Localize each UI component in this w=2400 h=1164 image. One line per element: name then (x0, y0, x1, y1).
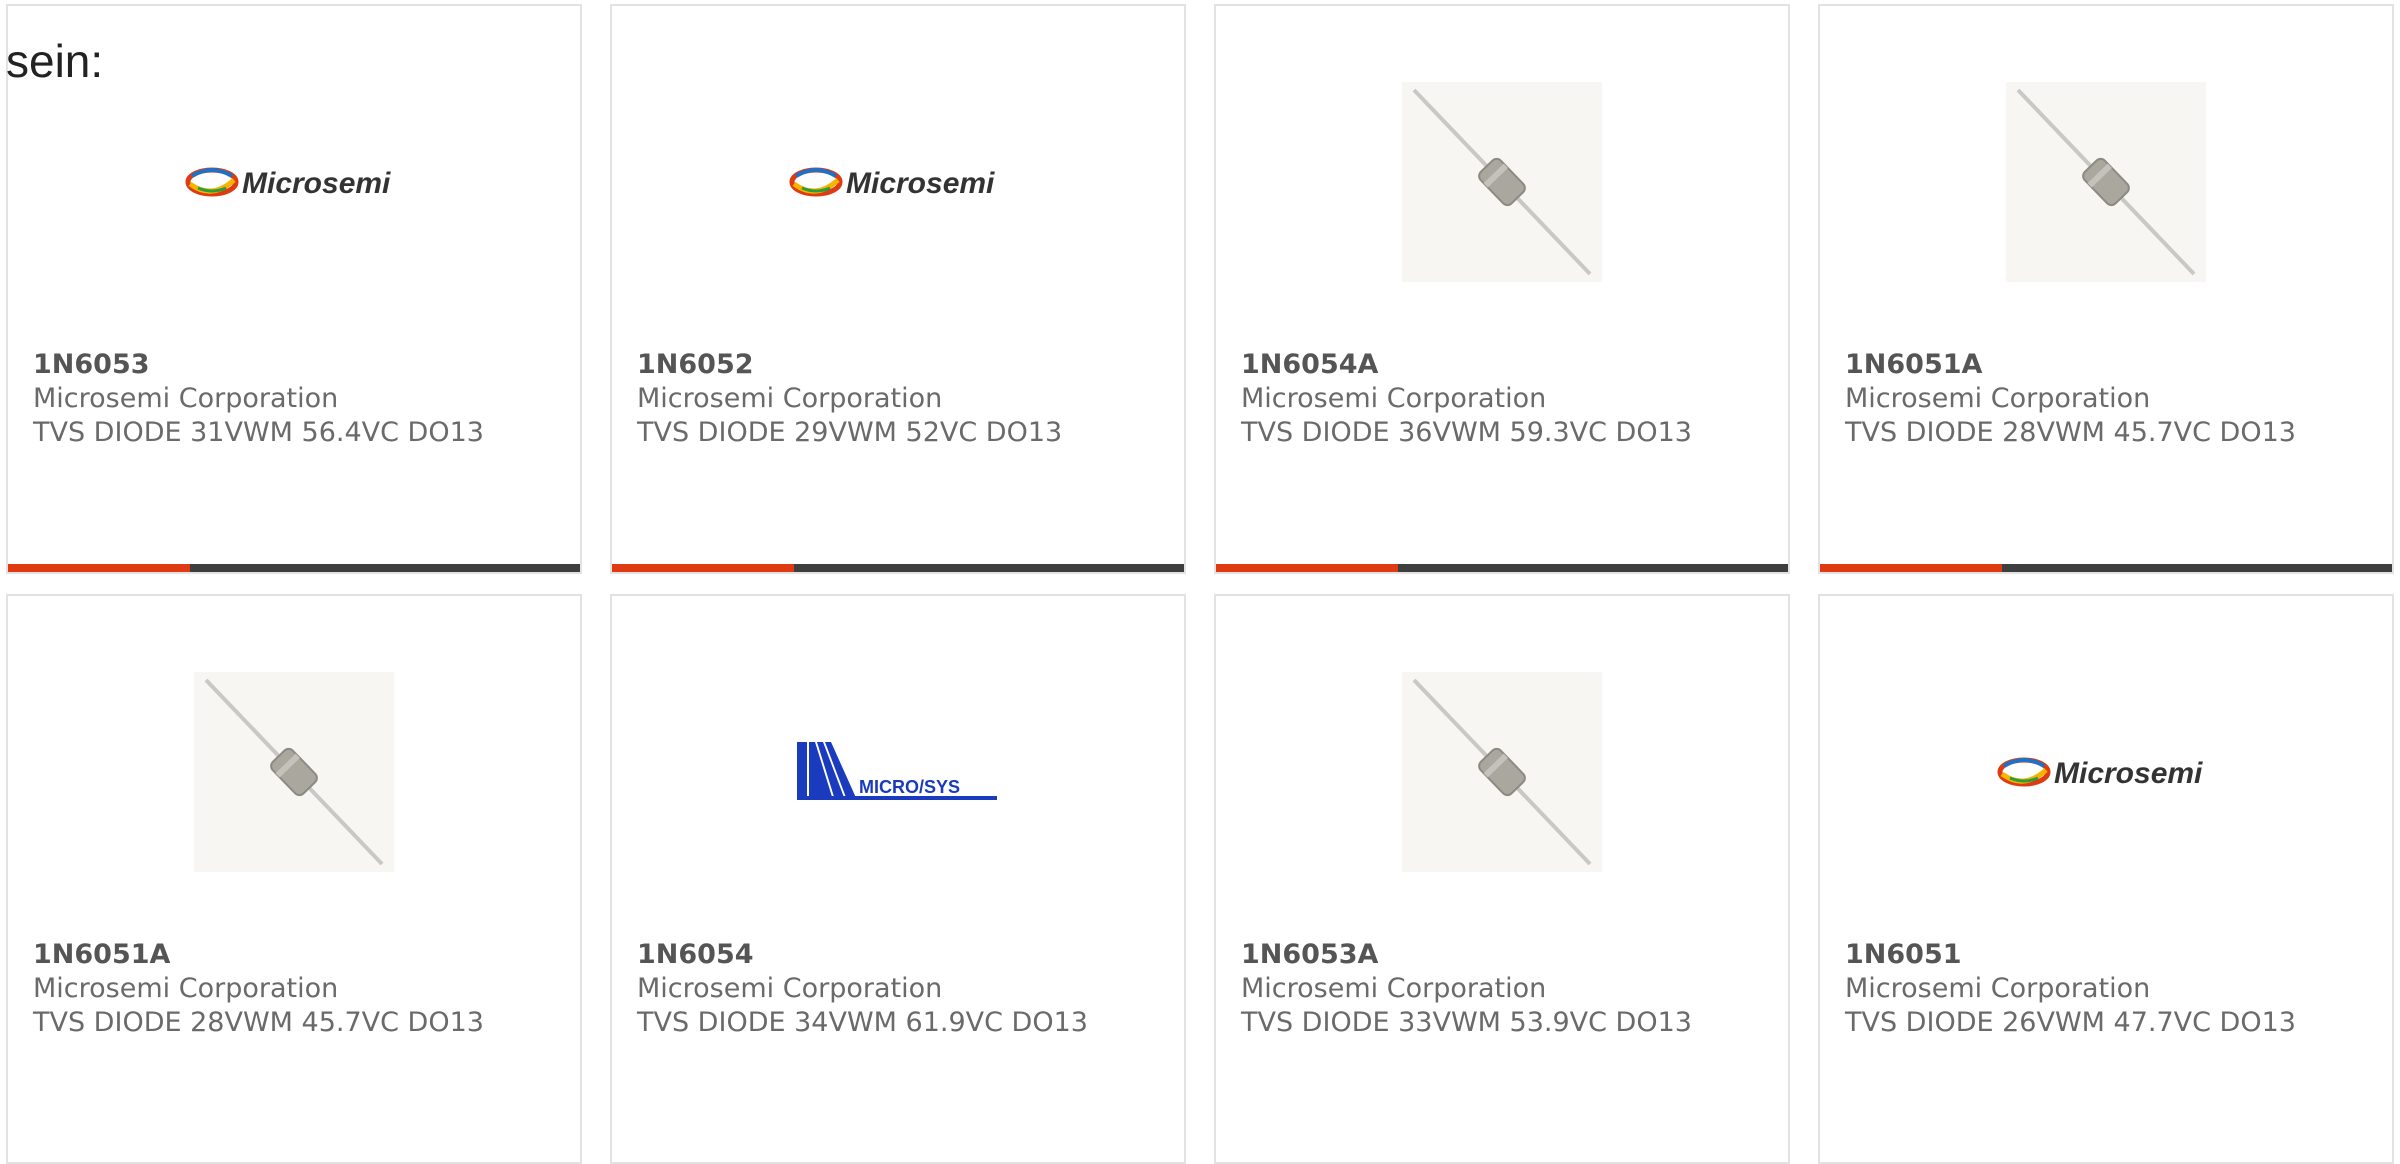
product-image: Microsemi (1820, 648, 2392, 896)
manufacturer: Microsemi Corporation (1845, 383, 2151, 414)
card-text: 1N6053 Microsemi Corporation TVS DIODE 3… (33, 348, 484, 450)
product-image: Microsemi (8, 58, 580, 306)
card-bar (612, 564, 1184, 572)
part-number[interactable]: 1N6051A (1845, 348, 2296, 382)
description: TVS DIODE 28VWM 45.7VC DO13 (1845, 417, 2296, 448)
microsemi-logo-icon: Microsemi (185, 167, 391, 200)
part-number[interactable]: 1N6053A (1241, 938, 1692, 972)
card-bar (1820, 564, 2392, 572)
part-number[interactable]: 1N6054A (1241, 348, 1692, 382)
manufacturer: Microsemi Corporation (637, 383, 943, 414)
part-number[interactable]: 1N6052 (637, 348, 1062, 382)
part-number[interactable]: 1N6053 (33, 348, 484, 382)
card-text: 1N6053A Microsemi Corporation TVS DIODE … (1241, 938, 1692, 1040)
card-text: 1N6052 Microsemi Corporation TVS DIODE 2… (637, 348, 1062, 450)
product-card[interactable]: 1N6051A Microsemi Corporation TVS DIODE … (1818, 4, 2394, 574)
product-card[interactable]: 1N6051A Microsemi Corporation TVS DIODE … (6, 594, 582, 1164)
diode-photo-icon (194, 672, 394, 872)
product-card[interactable]: 1N6053A Microsemi Corporation TVS DIODE … (1214, 594, 1790, 1164)
product-image (1820, 58, 2392, 306)
product-image (8, 648, 580, 896)
card-bar (8, 564, 580, 572)
logo-text: Microsemi (846, 167, 995, 200)
manufacturer: Microsemi Corporation (1241, 383, 1547, 414)
microsys-logo-icon: MICRO/SYS (797, 742, 997, 800)
card-bar-accent (612, 564, 794, 572)
manufacturer: Microsemi Corporation (1845, 973, 2151, 1004)
logo-text: Microsemi (242, 167, 391, 200)
part-number[interactable]: 1N6051A (33, 938, 484, 972)
part-number[interactable]: 1N6051 (1845, 938, 2296, 972)
product-image: MICRO/SYS (612, 648, 1184, 896)
description: TVS DIODE 28VWM 45.7VC DO13 (33, 1007, 484, 1038)
card-text: 1N6051 Microsemi Corporation TVS DIODE 2… (1845, 938, 2296, 1040)
manufacturer: Microsemi Corporation (33, 973, 339, 1004)
product-card[interactable]: MICRO/SYS 1N6054 Microsemi Corporation T… (610, 594, 1186, 1164)
card-text: 1N6054A Microsemi Corporation TVS DIODE … (1241, 348, 1692, 450)
diode-photo-icon (1402, 82, 1602, 282)
logo-text: Microsemi (2054, 757, 2203, 790)
description: TVS DIODE 36VWM 59.3VC DO13 (1241, 417, 1692, 448)
description: TVS DIODE 26VWM 47.7VC DO13 (1845, 1007, 2296, 1038)
product-card[interactable]: Microsemi 1N6051 Microsemi Corporation T… (1818, 594, 2394, 1164)
part-number[interactable]: 1N6054 (637, 938, 1088, 972)
manufacturer: Microsemi Corporation (1241, 973, 1547, 1004)
product-card[interactable]: Microsemi 1N6052 Microsemi Corporation T… (610, 4, 1186, 574)
microsemi-logo-icon: Microsemi (789, 167, 995, 200)
intro-text: sein: (6, 35, 104, 87)
card-bar (1216, 564, 1788, 572)
card-text: 1N6054 Microsemi Corporation TVS DIODE 3… (637, 938, 1088, 1040)
description: TVS DIODE 31VWM 56.4VC DO13 (33, 417, 484, 448)
product-image (1216, 58, 1788, 306)
product-image (1216, 648, 1788, 896)
product-image: Microsemi (612, 58, 1184, 306)
card-bar-accent (8, 564, 190, 572)
manufacturer: Microsemi Corporation (33, 383, 339, 414)
card-bar-accent (1820, 564, 2002, 572)
description: TVS DIODE 29VWM 52VC DO13 (637, 417, 1063, 448)
description: TVS DIODE 33VWM 53.9VC DO13 (1241, 1007, 1692, 1038)
product-card[interactable]: 1N6054A Microsemi Corporation TVS DIODE … (1214, 4, 1790, 574)
diode-photo-icon (2006, 82, 2206, 282)
manufacturer: Microsemi Corporation (637, 973, 943, 1004)
card-text: 1N6051A Microsemi Corporation TVS DIODE … (33, 938, 484, 1040)
microsemi-logo-icon: Microsemi (1997, 757, 2203, 790)
description: TVS DIODE 34VWM 61.9VC DO13 (637, 1007, 1088, 1038)
card-text: 1N6051A Microsemi Corporation TVS DIODE … (1845, 348, 2296, 450)
card-bar-accent (1216, 564, 1398, 572)
product-card[interactable]: Microsemi 1N6053 Microsemi Corporation T… (6, 4, 582, 574)
diode-photo-icon (1402, 672, 1602, 872)
logo-text: MICRO/SYS (859, 777, 960, 797)
